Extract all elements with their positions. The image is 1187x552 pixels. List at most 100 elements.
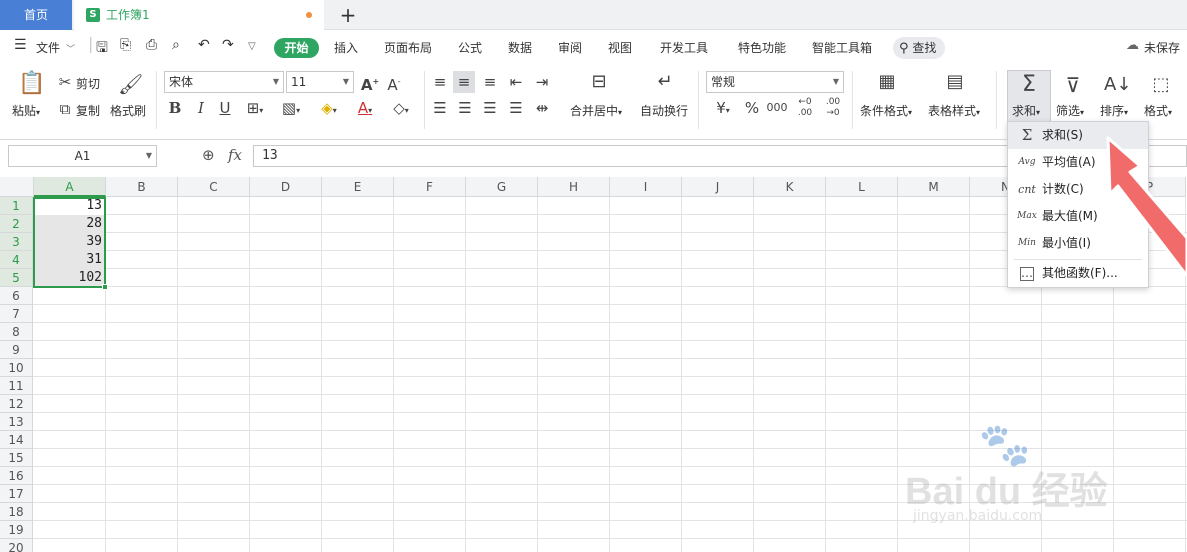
align-center-icon[interactable]: ☰	[455, 99, 475, 117]
column-header[interactable]: F	[394, 177, 466, 197]
select-all-corner[interactable]	[0, 177, 34, 197]
table-style-button[interactable]: 表格样式▾	[928, 102, 980, 119]
format-painter-icon[interactable]: 🖌	[118, 71, 143, 97]
copy-button[interactable]: 复制	[76, 102, 100, 119]
paste-button[interactable]: 粘贴▾	[12, 102, 40, 119]
name-box[interactable]: A1 ▼	[8, 145, 157, 167]
font-color-icon[interactable]: A▾	[350, 99, 380, 120]
merge-center-icon[interactable]: ⊟	[586, 73, 612, 91]
row-header[interactable]: 11	[0, 377, 33, 395]
row-header[interactable]: 16	[0, 467, 33, 485]
row-header[interactable]: 1	[0, 197, 33, 215]
column-header[interactable]: B	[106, 177, 178, 197]
increase-decimal-icon[interactable]: ←0.00	[794, 97, 816, 119]
menu-file[interactable]: 文件	[36, 39, 60, 56]
wrap-text-button[interactable]: 自动换行	[640, 102, 688, 119]
search-button[interactable]: ⚲ 查找	[893, 37, 945, 59]
filter-button[interactable]: 筛选▾	[1056, 102, 1084, 119]
chevron-down-icon[interactable]: ﹀	[66, 42, 75, 55]
menu-smart-tools[interactable]: 智能工具箱	[812, 39, 872, 56]
row-header[interactable]: 2	[0, 215, 33, 233]
row-header[interactable]: 8	[0, 323, 33, 341]
format-button[interactable]: 格式▾	[1144, 102, 1172, 119]
autosum-button[interactable]: 求和▾	[1012, 102, 1040, 119]
distribute-icon[interactable]: ⇹	[532, 99, 552, 117]
row-header[interactable]: 6	[0, 287, 33, 305]
align-bottom-icon[interactable]: ≡	[480, 73, 500, 91]
number-format-select[interactable]: 常规 ▼	[706, 71, 844, 93]
font-size-select[interactable]: 11 ▼	[286, 71, 354, 93]
customize-icon[interactable]: ▽	[248, 41, 256, 52]
menu-features[interactable]: 特色功能	[738, 39, 786, 56]
save-icon[interactable]: 🖫	[96, 37, 108, 61]
undo-icon[interactable]: ↶	[198, 37, 210, 53]
new-tab-button[interactable]: +	[338, 0, 358, 30]
column-header[interactable]: D	[250, 177, 322, 197]
fill-handle[interactable]	[102, 284, 108, 290]
conditional-format-button[interactable]: 条件格式▾	[860, 102, 912, 119]
copy-icon[interactable]: ⧉	[56, 100, 74, 118]
column-header[interactable]: J	[682, 177, 754, 197]
menu-data[interactable]: 数据	[508, 39, 532, 56]
decrease-indent-icon[interactable]: ⇤	[506, 73, 526, 91]
row-header[interactable]: 9	[0, 341, 33, 359]
menu-start[interactable]: 开始	[274, 38, 319, 58]
column-header[interactable]: I	[610, 177, 682, 197]
row-header[interactable]: 19	[0, 521, 33, 539]
column-header[interactable]: E	[322, 177, 394, 197]
row-header[interactable]: 3	[0, 233, 33, 251]
export-icon[interactable]: ⎘	[120, 37, 131, 53]
cut-button[interactable]: 剪切	[76, 75, 100, 92]
increase-font-icon[interactable]: A+	[360, 73, 380, 94]
column-header[interactable]: C	[178, 177, 250, 197]
row-header[interactable]: 5	[0, 269, 33, 287]
conditional-format-icon[interactable]: ▦	[874, 73, 900, 91]
row-header[interactable]: 20	[0, 539, 33, 552]
italic-icon[interactable]: I	[192, 99, 210, 117]
column-header[interactable]: G	[466, 177, 538, 197]
increase-indent-icon[interactable]: ⇥	[532, 73, 552, 91]
bold-icon[interactable]: B	[166, 99, 184, 117]
print-preview-icon[interactable]: ⌕	[172, 37, 180, 53]
menu-insert[interactable]: 插入	[334, 39, 358, 56]
decrease-decimal-icon[interactable]: .00 →0	[822, 97, 844, 119]
print-icon[interactable]: ⎙	[146, 37, 157, 53]
merge-center-button[interactable]: 合并居中▾	[570, 102, 622, 119]
redo-icon[interactable]: ↷	[222, 37, 234, 53]
row-header[interactable]: 12	[0, 395, 33, 413]
justify-icon[interactable]: ☰	[506, 99, 526, 117]
sort-button[interactable]: 排序▾	[1100, 102, 1128, 119]
paste-icon[interactable]: 📋	[18, 71, 45, 97]
column-header[interactable]: A	[34, 177, 106, 197]
table-style-icon[interactable]: ▤	[942, 73, 968, 91]
menu-view[interactable]: 视图	[608, 39, 632, 56]
cell-style-icon[interactable]: ▧▾	[276, 99, 306, 120]
zoom-icon[interactable]: ⊕	[202, 146, 215, 164]
fill-color-icon[interactable]: ◈▾	[314, 99, 344, 120]
menu-developer[interactable]: 开发工具	[660, 39, 708, 56]
clear-icon[interactable]: ◇▾	[386, 99, 416, 120]
menu-review[interactable]: 审阅	[558, 39, 582, 56]
decrease-font-icon[interactable]: A-	[384, 73, 404, 94]
wrap-text-icon[interactable]: ↵	[652, 73, 678, 91]
border-icon[interactable]: ⊞▾	[242, 99, 268, 120]
hamburger-icon[interactable]: ☰	[14, 37, 27, 53]
thousands-icon[interactable]: 000	[766, 99, 788, 117]
align-left-icon[interactable]: ☰	[430, 99, 450, 117]
row-header[interactable]: 18	[0, 503, 33, 521]
column-header[interactable]: H	[538, 177, 610, 197]
column-header[interactable]: M	[898, 177, 970, 197]
row-header[interactable]: 17	[0, 485, 33, 503]
fx-icon[interactable]: fx	[228, 146, 242, 164]
align-right-icon[interactable]: ☰	[480, 99, 500, 117]
underline-icon[interactable]: U	[216, 99, 234, 117]
row-header[interactable]: 15	[0, 449, 33, 467]
font-family-select[interactable]: 宋体 ▼	[164, 71, 284, 93]
sort-icon[interactable]: A↓	[1104, 73, 1131, 97]
align-middle-icon[interactable]: ≡	[453, 71, 475, 93]
currency-icon[interactable]: ¥▾	[708, 99, 738, 120]
menu-page-layout[interactable]: 页面布局	[384, 39, 432, 56]
format-painter-button[interactable]: 格式刷	[110, 102, 146, 119]
format-icon[interactable]: ⬚	[1148, 73, 1174, 97]
filter-icon[interactable]: ⊽	[1060, 73, 1086, 97]
